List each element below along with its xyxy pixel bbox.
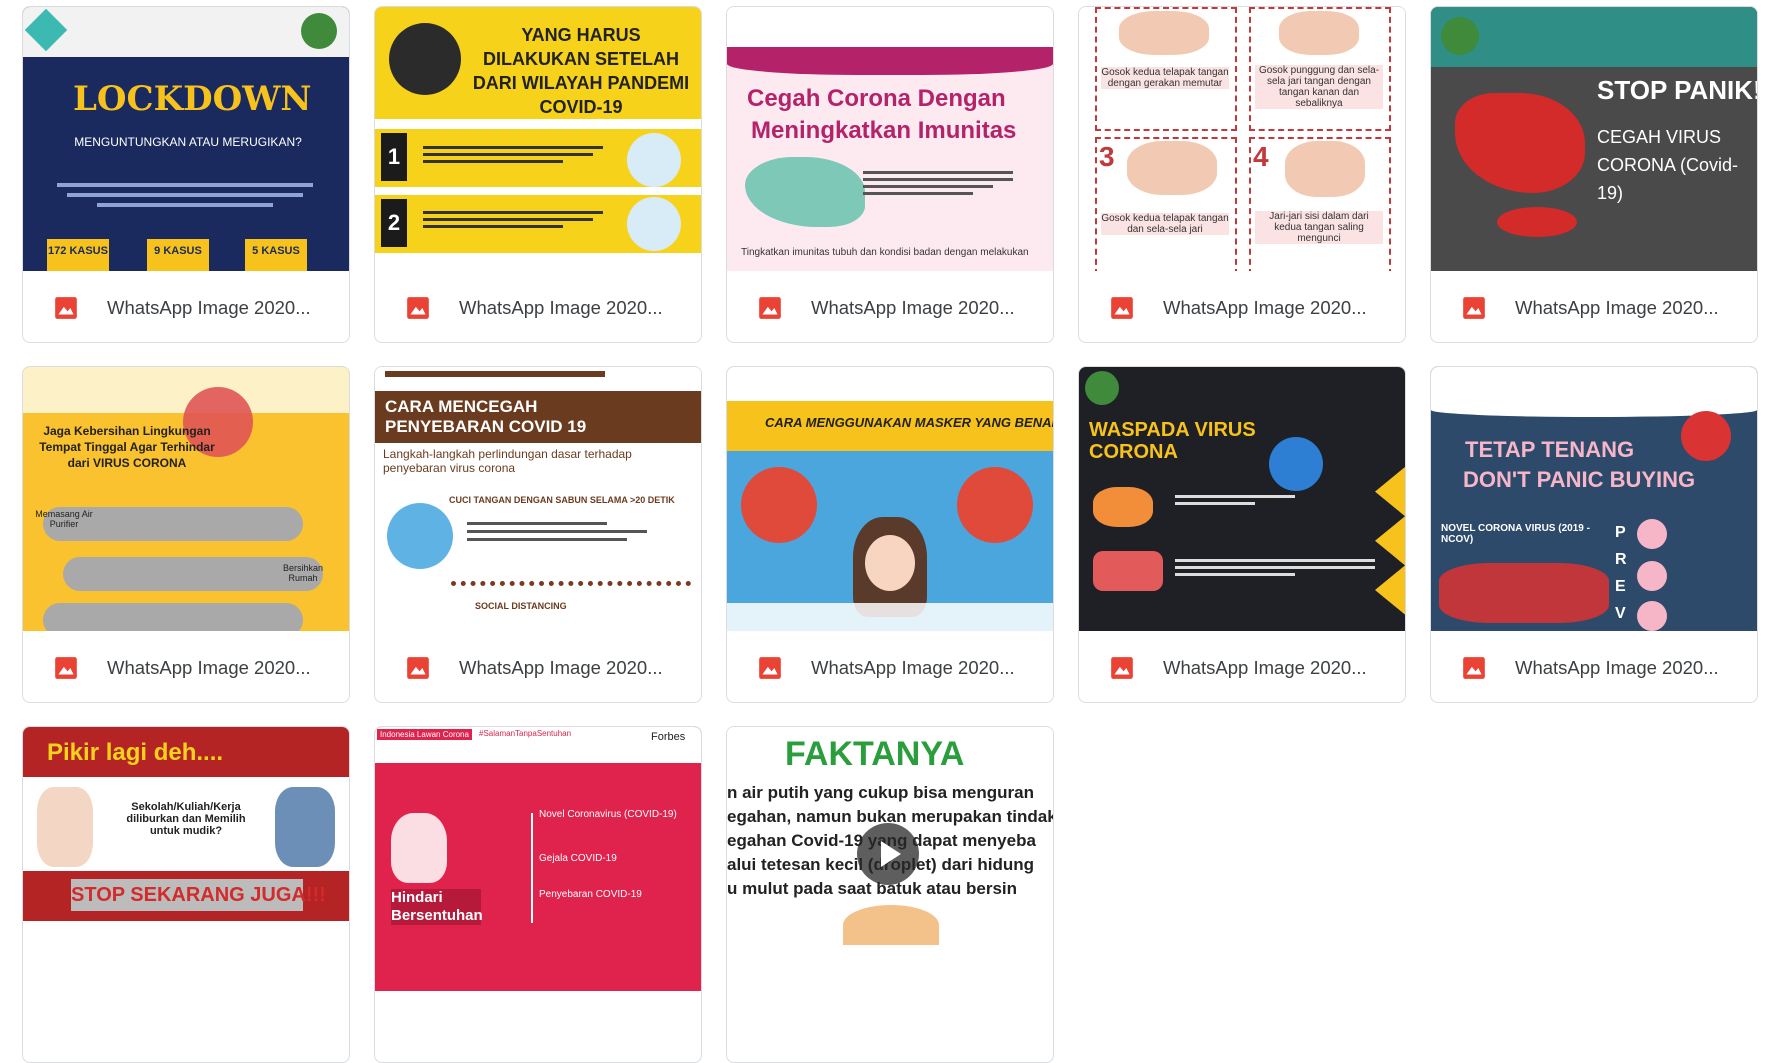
file-name: WhatsApp Image 2020... xyxy=(1163,296,1367,318)
file-thumbnail: LOCKDOWN MENGUNTUNGKAN ATAU MERUGIKAN? 1… xyxy=(23,7,349,271)
step-number: 3 xyxy=(1099,141,1115,172)
poster-title: Meningkatkan Imunitas xyxy=(751,117,1017,144)
poster-item: Gejala COVID-19 xyxy=(539,853,617,864)
file-card[interactable]: TETAP TENANG DON'T PANIC BUYING NOVEL CO… xyxy=(1430,366,1758,703)
file-thumbnail: STOP PANIK! CEGAH VIRUS CORONA (Covid-19… xyxy=(1431,7,1757,271)
step-caption: Jari-jari sisi dalam dari kedua tangan s… xyxy=(1255,211,1383,244)
poster-label: Bersihkan Rumah xyxy=(282,563,324,583)
file-card[interactable]: CARA MENGGUNAKAN MASKER YANG BENAR Whats… xyxy=(726,366,1054,703)
stat-badge: 172 KASUS xyxy=(47,239,109,271)
file-thumbnail: Pikir lagi deh.... Sekolah/Kuliah/Kerja … xyxy=(23,727,349,991)
file-card[interactable]: Pikir lagi deh.... Sekolah/Kuliah/Kerja … xyxy=(22,726,350,1063)
step-caption: Gosok kedua telapak tangan dengan geraka… xyxy=(1101,67,1229,89)
file-card[interactable]: Jaga Kebersihan Lingkungan Tempat Tingga… xyxy=(22,366,350,703)
stat-badge: 5 KASUS xyxy=(245,239,307,271)
file-thumbnail: Gosok kedua telapak tangan dengan geraka… xyxy=(1079,7,1405,271)
file-name: WhatsApp Image 2020... xyxy=(811,656,1015,678)
poster-tag: Indonesia Lawan Corona xyxy=(377,729,472,740)
image-file-icon xyxy=(1111,656,1133,679)
poster-subtitle: Langkah-langkah perlindungan dasar terha… xyxy=(383,447,632,475)
file-name: WhatsApp Image 2020... xyxy=(1163,656,1367,678)
poster-title: YANG HARUS DILAKUKAN SETELAH DARI WILAYA… xyxy=(472,25,690,117)
file-card[interactable]: WASPADA VIRUS CORONA WhatsApp Image 2020… xyxy=(1078,366,1406,703)
poster-label: Memasang Air Purifier xyxy=(35,509,93,529)
file-thumbnail: CARA MENCEGAH PENYEBARAN COVID 19 Langka… xyxy=(375,367,701,631)
image-file-icon xyxy=(1111,296,1133,319)
section-heading: SOCIAL DISTANCING xyxy=(475,601,567,611)
file-name: WhatsApp Image 2020... xyxy=(811,296,1015,318)
step-number: 1 xyxy=(381,133,407,181)
file-card[interactable]: YANG HARUS DILAKUKAN SETELAH DARI WILAYA… xyxy=(374,6,702,343)
poster-side-text: PREV xyxy=(1615,524,1627,622)
step-caption: Gosok punggung dan sela-sela jari tangan… xyxy=(1255,65,1383,109)
file-card[interactable]: FAKTANYA n air putih yang cukup bisa men… xyxy=(726,726,1054,1063)
file-thumbnail: YANG HARUS DILAKUKAN SETELAH DARI WILAYA… xyxy=(375,7,701,271)
file-thumbnail: Cegah Corona Dengan Meningkatkan Imunita… xyxy=(727,7,1053,271)
poster-title: WASPADA VIRUS CORONA xyxy=(1089,419,1256,463)
image-file-icon xyxy=(759,296,781,319)
step-caption: Gosok kedua telapak tangan dan sela-sela… xyxy=(1101,213,1229,235)
poster-line: u mulut pada saat batuk atau bersin xyxy=(727,879,1018,898)
section-heading: CUCI TANGAN DENGAN SABUN SELAMA >20 DETI… xyxy=(449,495,675,505)
poster-title: LOCKDOWN xyxy=(73,79,312,119)
play-button[interactable] xyxy=(857,823,919,885)
poster-title: CARA MENCEGAH PENYEBARAN COVID 19 xyxy=(385,397,587,436)
file-card[interactable]: STOP PANIK! CEGAH VIRUS CORONA (Covid-19… xyxy=(1430,6,1758,343)
poster-title: Jaga Kebersihan Lingkungan Tempat Tingga… xyxy=(39,424,215,470)
image-file-icon xyxy=(407,656,429,679)
step-number: 4 xyxy=(1253,141,1269,172)
file-thumbnail: FAKTANYA n air putih yang cukup bisa men… xyxy=(727,727,1053,991)
poster-title: Pikir lagi deh.... xyxy=(47,739,224,766)
file-card[interactable]: Indonesia Lawan Corona #SalamanTanpaSent… xyxy=(374,726,702,1063)
file-card[interactable]: Gosok kedua telapak tangan dengan geraka… xyxy=(1078,6,1406,343)
poster-title: DON'T PANIC BUYING xyxy=(1463,467,1696,492)
poster-item: Penyebaran COVID-19 xyxy=(539,889,642,900)
file-name: WhatsApp Image 2020... xyxy=(459,296,663,318)
poster-item: Novel Coronavirus (COVID-19) xyxy=(539,809,677,820)
file-name: WhatsApp Image 2020... xyxy=(459,656,663,678)
poster-line: n air putih yang cukup bisa menguran xyxy=(727,783,1034,802)
file-thumbnail: Indonesia Lawan Corona #SalamanTanpaSent… xyxy=(375,727,701,991)
poster-title: TETAP TENANG xyxy=(1465,437,1635,462)
image-file-icon xyxy=(1463,296,1485,319)
file-name: WhatsApp Image 2020... xyxy=(1515,656,1719,678)
image-file-icon xyxy=(1463,656,1485,679)
poster-hashtag: #SalamanTanpaSentuhan xyxy=(479,729,572,738)
step-number: 2 xyxy=(381,199,407,247)
poster-label: Hindari Bersentuhan xyxy=(391,889,483,925)
file-name: WhatsApp Image 2020... xyxy=(107,656,311,678)
poster-title: CARA MENGGUNAKAN MASKER YANG BENAR xyxy=(765,415,1053,430)
poster-footer: Tingkatkan imunitas tubuh dan kondisi ba… xyxy=(741,247,1029,258)
file-card[interactable]: CARA MENCEGAH PENYEBARAN COVID 19 Langka… xyxy=(374,366,702,703)
file-name: WhatsApp Image 2020... xyxy=(107,296,311,318)
image-file-icon xyxy=(55,296,77,319)
stat-badge: 9 KASUS xyxy=(147,239,209,271)
image-file-icon xyxy=(55,656,77,679)
file-thumbnail: CARA MENGGUNAKAN MASKER YANG BENAR xyxy=(727,367,1053,631)
poster-text: Sekolah/Kuliah/Kerja diliburkan dan Memi… xyxy=(126,801,246,837)
file-card[interactable]: LOCKDOWN MENGUNTUNGKAN ATAU MERUGIKAN? 1… xyxy=(22,6,350,343)
poster-title: Cegah Corona Dengan xyxy=(747,85,1006,112)
file-name: WhatsApp Image 2020... xyxy=(1515,296,1719,318)
file-thumbnail: Jaga Kebersihan Lingkungan Tempat Tingga… xyxy=(23,367,349,631)
file-thumbnail: TETAP TENANG DON'T PANIC BUYING NOVEL CO… xyxy=(1431,367,1757,631)
poster-brand: Forbes xyxy=(651,731,686,743)
image-file-icon xyxy=(407,296,429,319)
poster-title: FAKTANYA xyxy=(785,735,965,773)
file-card[interactable]: Cegah Corona Dengan Meningkatkan Imunita… xyxy=(726,6,1054,343)
file-thumbnail: WASPADA VIRUS CORONA xyxy=(1079,367,1405,631)
poster-subtitle: MENGUNTUNGKAN ATAU MERUGIKAN? xyxy=(74,135,302,149)
poster-banner: STOP SEKARANG JUGA!!! xyxy=(71,879,326,911)
image-file-icon xyxy=(759,656,781,679)
poster-subtitle: CEGAH VIRUS CORONA (Covid-19) xyxy=(1597,127,1739,203)
poster-title: STOP PANIK! xyxy=(1597,75,1757,105)
poster-subtitle: NOVEL CORONA VIRUS (2019 - NCOV) xyxy=(1441,523,1590,545)
